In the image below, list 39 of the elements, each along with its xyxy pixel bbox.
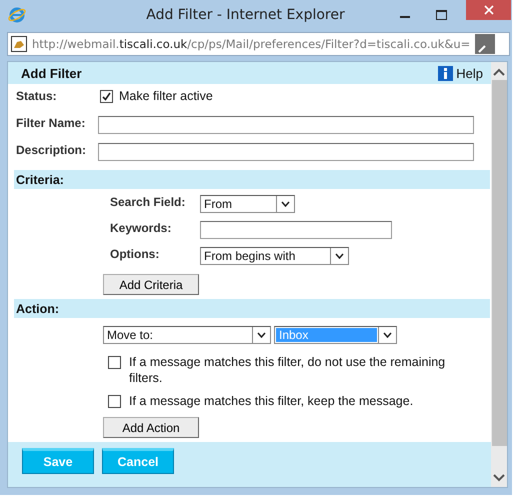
maximize-icon[interactable] [436,10,447,20]
caret-icon[interactable] [335,253,344,259]
field-label: Status: [16,89,58,103]
field-label: Description: [16,143,88,157]
scroll-up-icon[interactable] [493,68,505,76]
scrollbar[interactable] [491,62,507,487]
field-label: Keywords: [109,221,172,235]
browser-logo-icon [8,6,26,24]
checkbox-label: If a message matches this filter, do not use the remaining filters. [129,354,446,386]
section-title: Criteria: [16,172,64,186]
caret-icon[interactable] [281,201,290,207]
checkbox-label: If a message matches this filter, keep the message. [129,393,414,409]
help-link[interactable]: Help [456,66,483,80]
window-title: Add Filter - Internet Explorer [145,7,346,23]
info-icon[interactable] [438,66,454,80]
checkbox[interactable] [100,90,113,102]
add-action-button[interactable]: Add Action [103,417,199,438]
caret-icon[interactable] [383,332,392,338]
field-label: Search Field: [109,195,186,209]
keywords-field[interactable] [200,221,392,239]
caret-icon[interactable] [257,332,266,338]
input-field[interactable] [98,116,474,134]
url-text: http://webmail.tiscali.co.uk/cp/ps/Mail/preferences/Filter?d=tiscali.co.uk&u= [32,37,470,51]
close-icon[interactable] [484,5,494,15]
page-title: Add Filter [21,66,82,80]
page-icon [11,36,27,52]
checkbox[interactable] [108,395,121,408]
scroll-down-icon[interactable] [493,474,505,482]
field-label: Options: [109,247,160,261]
checkbox-label: Make filter active [119,89,213,103]
add-criteria-button[interactable]: Add Criteria [103,274,199,295]
search-field-dropdown[interactable]: From [200,195,295,213]
action-dropdown[interactable]: Move to: [103,326,271,344]
field-label: Filter Name: [16,116,86,130]
options-dropdown[interactable]: From begins with [200,247,349,265]
checkbox[interactable] [108,356,121,369]
input-field[interactable] [98,143,474,161]
section-title: Action: [16,302,60,316]
close-button[interactable] [466,0,511,20]
